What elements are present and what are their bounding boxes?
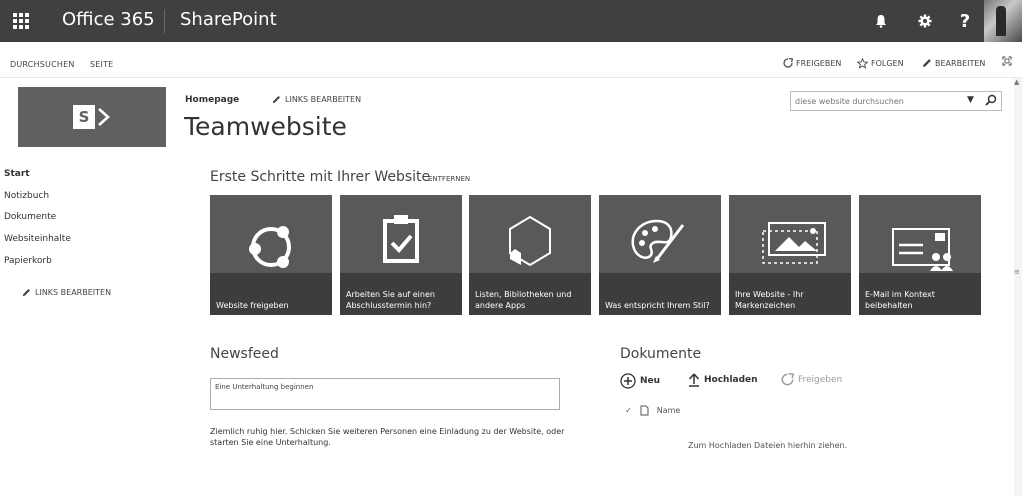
nav-edit-links-label: LINKS BEARBEITEN — [35, 288, 112, 297]
tile-label: Website freigeben — [216, 301, 289, 310]
office365-brand-link[interactable]: Office 365 — [62, 9, 155, 30]
upload-arrow-icon — [688, 373, 700, 387]
tile-label: Arbeiten Sie auf einen Abschlusstermin h… — [346, 290, 435, 310]
remove-getting-started-button[interactable]: ENTFERNEN — [428, 175, 470, 183]
focus-icon — [1002, 56, 1012, 66]
tile-branding[interactable]: Ihre Website - Ihr Markenzeichen — [729, 195, 851, 315]
nav-item-site-contents[interactable]: Websiteinhalte — [4, 234, 71, 244]
nav-item-documents[interactable]: Dokumente — [4, 212, 56, 222]
share-icon — [781, 373, 794, 386]
page-title: Teamwebsite — [184, 112, 347, 141]
plus-circle-icon — [620, 373, 636, 389]
getting-started-heading: Erste Schritte mit Ihrer Website — [210, 169, 431, 185]
pencil-icon — [22, 288, 31, 297]
documents-column-header: ✓ Name — [625, 405, 680, 416]
nav-item-recycle-bin[interactable]: Papierkorb — [4, 256, 52, 266]
tile-share-site[interactable]: Website freigeben — [210, 195, 332, 315]
select-all-checkmark-icon[interactable]: ✓ — [625, 406, 632, 415]
tab-browse[interactable]: DURCHSUCHEN — [10, 60, 75, 69]
newsfeed-empty-message: Ziemlich ruhig hier. Schicken Sie weiter… — [210, 427, 565, 447]
pencil-icon — [923, 59, 931, 67]
sharepoint-arrow-icon — [98, 108, 110, 126]
search-icon[interactable] — [985, 94, 997, 106]
pencil-icon — [272, 95, 281, 104]
tile-label: E-Mail im Kontext beibehalten — [865, 290, 935, 310]
palette-brush-icon — [631, 219, 685, 263]
share-label: Freigeben — [798, 374, 843, 385]
newsfeed-heading: Newsfeed — [210, 346, 279, 362]
new-label: Neu — [640, 376, 661, 386]
tile-style[interactable]: Was entspricht Ihrem Stil? — [599, 195, 721, 315]
search-box: ▼ — [790, 91, 1002, 111]
nav-item-start[interactable]: Start — [4, 169, 30, 179]
drop-zone-hint: Zum Hochladen Dateien hierhin ziehen. — [688, 441, 848, 450]
settings-button[interactable] — [906, 0, 944, 42]
apps-hexagon-icon — [509, 215, 551, 267]
edit-button[interactable]: BEARBEITEN — [922, 58, 985, 68]
tile-label: Listen, Bibliotheken und andere Apps — [475, 290, 572, 310]
conversation-input[interactable]: Eine Unterhaltung beginnen — [210, 378, 560, 410]
tile-apps[interactable]: Listen, Bibliotheken und andere Apps — [469, 195, 591, 315]
app-launcher-button[interactable] — [4, 4, 38, 38]
site-logo[interactable]: S — [18, 87, 166, 147]
share-label: FREIGEBEN — [796, 58, 842, 68]
nav-edit-links-button[interactable]: LINKS BEARBEITEN — [22, 288, 111, 297]
upload-button[interactable]: Hochladen — [688, 373, 758, 387]
share-site-icon — [249, 226, 291, 268]
scroll-grip-icon[interactable]: ≡ — [1014, 268, 1020, 276]
suite-bar: Office 365 SharePoint ? — [0, 0, 1022, 42]
user-avatar[interactable] — [984, 0, 1022, 42]
notifications-button[interactable] — [862, 0, 900, 42]
column-name[interactable]: Name — [657, 406, 681, 415]
gear-icon — [918, 14, 932, 28]
tile-label: Was entspricht Ihrem Stil? — [605, 301, 710, 310]
scroll-up-arrow-icon[interactable]: ▲ — [1014, 78, 1019, 86]
share-document-button[interactable]: Freigeben — [781, 373, 842, 386]
picture-frame-icon — [762, 222, 826, 264]
document-type-icon — [640, 405, 649, 416]
focus-mode-button[interactable] — [1002, 56, 1012, 66]
sharepoint-logo-letter: S — [73, 105, 95, 129]
share-button[interactable]: FREIGEBEN — [783, 58, 841, 68]
tile-email[interactable]: E-Mail im Kontext beibehalten — [859, 195, 981, 315]
sharepoint-app-link[interactable]: SharePoint — [180, 9, 277, 30]
tile-label: Ihre Website - Ihr Markenzeichen — [735, 290, 804, 310]
vertical-scrollbar[interactable]: ▲ ≡ — [1014, 78, 1022, 496]
breadcrumb[interactable]: Homepage — [185, 95, 239, 105]
clipboard-check-icon — [383, 215, 419, 263]
nav-item-notebook[interactable]: Notizbuch — [4, 191, 49, 201]
waffle-icon — [13, 13, 29, 29]
tab-page[interactable]: SEITE — [90, 60, 113, 69]
share-icon — [783, 58, 793, 68]
mail-people-icon — [892, 228, 953, 271]
documents-heading: Dokumente — [620, 346, 702, 362]
new-document-button[interactable]: Neu — [620, 373, 660, 389]
edit-label: BEARBEITEN — [935, 58, 986, 68]
bell-icon — [876, 15, 886, 28]
divider — [164, 9, 165, 33]
edit-links-top-button[interactable]: LINKS BEARBEITEN — [272, 95, 361, 104]
star-icon — [857, 58, 868, 69]
help-button[interactable]: ? — [946, 0, 984, 42]
edit-links-label: LINKS BEARBEITEN — [285, 95, 362, 104]
search-scope-dropdown-icon[interactable]: ▼ — [967, 95, 974, 105]
follow-label: FOLGEN — [871, 59, 904, 68]
upload-label: Hochladen — [704, 375, 758, 385]
follow-button[interactable]: FOLGEN — [857, 58, 904, 69]
ribbon-bar: DURCHSUCHEN SEITE FREIGEBEN FOLGEN BEARB… — [0, 42, 1022, 78]
search-input[interactable] — [791, 92, 951, 110]
tile-deadline[interactable]: Arbeiten Sie auf einen Abschlusstermin h… — [340, 195, 462, 315]
